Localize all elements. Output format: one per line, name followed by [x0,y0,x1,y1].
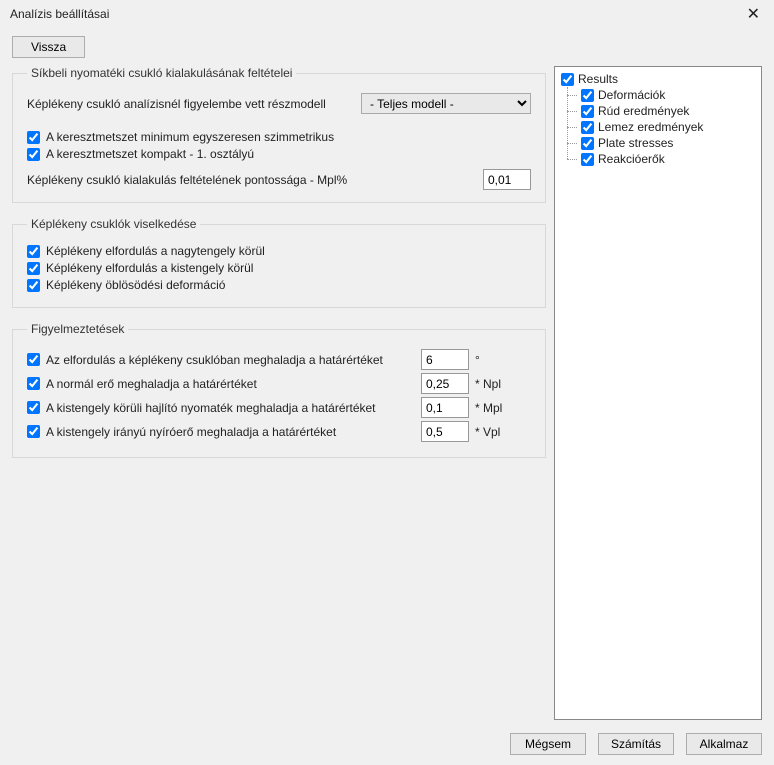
chk-warn-shear[interactable] [27,425,40,438]
chk-bar-results[interactable] [581,105,594,118]
chk-rot-major[interactable] [27,245,40,258]
close-icon[interactable]: ✕ [741,4,766,24]
chk-warn-moment[interactable] [27,401,40,414]
chk-results[interactable] [561,73,574,86]
warn-rotation-input[interactable] [421,349,469,370]
warn-shear-unit: * Vpl [475,425,500,439]
chk-rot-minor-label: Képlékeny elfordulás a kistengely körül [46,261,253,275]
results-tree: Results Deformációk Rúd eredmények Lemez… [554,66,762,720]
warn-shear-input[interactable] [421,421,469,442]
chk-warping[interactable] [27,279,40,292]
submodel-label: Képlékeny csukló analízisnél figyelembe … [27,97,326,111]
chk-rot-major-label: Képlékeny elfordulás a nagytengely körül [46,244,265,258]
tree-item-label: Rúd eredmények [598,104,689,118]
warn-moment-input[interactable] [421,397,469,418]
chk-warn-normal[interactable] [27,377,40,390]
warn-normal-unit: * Npl [475,377,501,391]
tree-item-label: Plate stresses [598,136,673,150]
chk-compact[interactable] [27,148,40,161]
group-warnings: Figyelmeztetések Az elfordulás a képléke… [12,322,546,458]
footer-buttons: Mégsem Számítás Alkalmaz [510,733,762,755]
group-warnings-legend: Figyelmeztetések [27,322,128,336]
chk-warping-label: Képlékeny öblösödési deformáció [46,278,225,292]
chk-warn-rotation[interactable] [27,353,40,366]
group-hinge-conditions: Síkbeli nyomatéki csukló kialakulásának … [12,66,546,203]
warn-shear-label: A kistengely irányú nyíróerő meghaladja … [46,425,336,439]
tree-item-label: Deformációk [598,88,665,102]
tree-item-plate-stresses[interactable]: Plate stresses [577,135,755,151]
chk-plate-results[interactable] [581,121,594,134]
chk-compact-label: A keresztmetszet kompakt - 1. osztályú [46,147,254,161]
back-button[interactable]: Vissza [12,36,85,58]
chk-deformations[interactable] [581,89,594,102]
tree-item-label: Lemez eredmények [598,120,703,134]
warn-normal-label: A normál erő meghaladja a határértéket [46,377,257,391]
cancel-button[interactable]: Mégsem [510,733,586,755]
chk-plate-stresses[interactable] [581,137,594,150]
compute-button[interactable]: Számítás [598,733,674,755]
window-title: Analízis beállításai [10,7,109,21]
tree-root[interactable]: Results [561,71,755,87]
tree-item-reactions[interactable]: Reakcióerők [577,151,755,167]
group-hinge-behavior: Képlékeny csuklók viselkedése Képlékeny … [12,217,546,308]
apply-button[interactable]: Alkalmaz [686,733,762,755]
group-hinge-conditions-legend: Síkbeli nyomatéki csukló kialakulásának … [27,66,296,80]
warn-rotation-label: Az elfordulás a képlékeny csuklóban megh… [46,353,383,367]
chk-symmetric-label: A keresztmetszet minimum egyszeresen szi… [46,130,334,144]
tree-item-deformations[interactable]: Deformációk [577,87,755,103]
precision-input[interactable] [483,169,531,190]
precision-label: Képlékeny csukló kialakulás feltételének… [27,173,347,187]
warn-moment-unit: * Mpl [475,401,502,415]
titlebar: Analízis beállításai ✕ [0,0,774,28]
tree-item-plate-results[interactable]: Lemez eredmények [577,119,755,135]
submodel-select[interactable]: - Teljes modell - [361,93,531,114]
chk-rot-minor[interactable] [27,262,40,275]
tree-item-bar-results[interactable]: Rúd eredmények [577,103,755,119]
chk-reactions[interactable] [581,153,594,166]
chk-symmetric[interactable] [27,131,40,144]
tree-item-label: Reakcióerők [598,152,665,166]
warn-rotation-unit: ° [475,353,480,367]
group-hinge-behavior-legend: Képlékeny csuklók viselkedése [27,217,200,231]
warn-normal-input[interactable] [421,373,469,394]
warn-moment-label: A kistengely körüli hajlító nyomaték meg… [46,401,376,415]
tree-root-label: Results [578,72,618,86]
